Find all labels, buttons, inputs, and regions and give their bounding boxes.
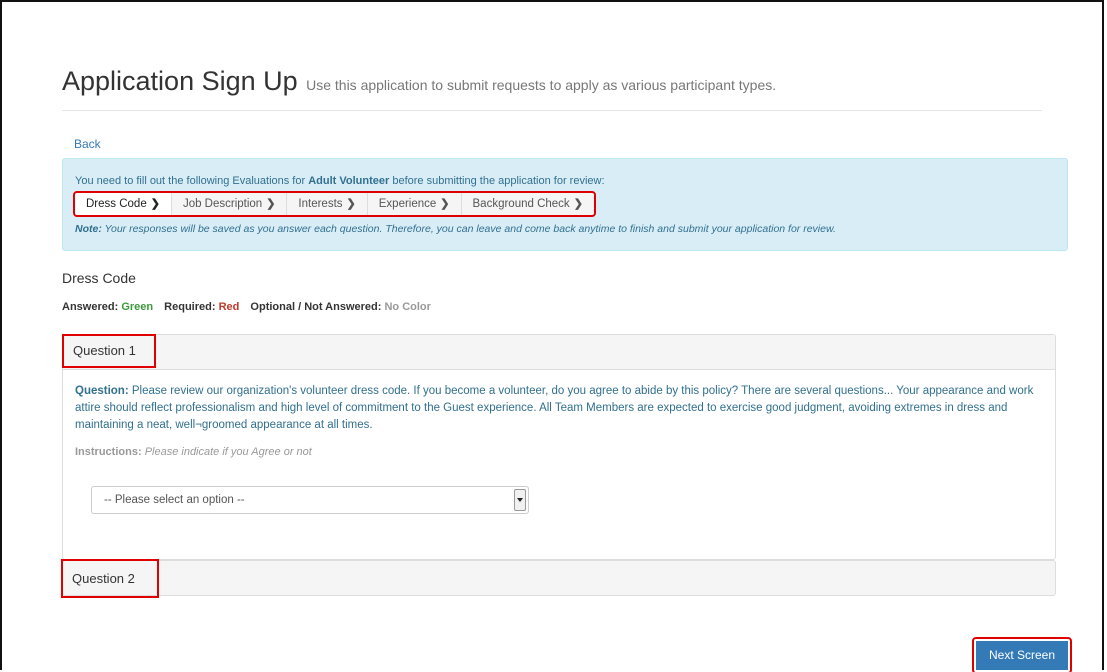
evaluation-steps: Dress Code ❯ Job Description ❯ Interests ❯ …	[73, 191, 596, 217]
step-dress-code[interactable]: Dress Code ❯	[75, 193, 172, 215]
role-name: Adult Volunteer	[308, 175, 390, 187]
step-experience[interactable]: Experience ❯	[367, 193, 462, 215]
chevron-right-icon: ❯	[266, 198, 276, 210]
question-2-label[interactable]: Question 2	[61, 559, 159, 598]
step-job-description[interactable]: Job Description ❯	[171, 193, 288, 215]
evaluations-intro: You need to fill out the following Evalu…	[75, 175, 605, 187]
page-header: Application Sign Up Use this application…	[62, 66, 1042, 111]
chevron-right-icon: ❯	[150, 198, 160, 210]
back-link[interactable]: Back	[74, 137, 101, 151]
section-title: Dress Code	[62, 270, 136, 286]
question-2-panel: Question 2	[61, 559, 1056, 598]
chevron-right-icon: ❯	[573, 198, 583, 210]
question-1-text: Question: Please review our organization…	[75, 385, 1034, 431]
page-subtitle: Use this application to submit requests …	[306, 77, 777, 93]
chevron-right-icon: ❯	[346, 198, 356, 210]
question-1-instructions: Instructions: Please indicate if you Agr…	[75, 446, 312, 458]
autosave-note: Note: Your responses will be saved as yo…	[75, 223, 836, 235]
evaluations-info-box: You need to fill out the following Evalu…	[62, 158, 1068, 251]
question-1-header	[63, 335, 1055, 370]
question-1-panel: Question 1 Question: Please review our o…	[62, 334, 1056, 560]
agree-select[interactable]: -- Please select an option --	[91, 486, 529, 514]
status-legend: Answered: Green Required: Red Optional /…	[62, 301, 431, 313]
chevron-down-icon[interactable]	[514, 489, 526, 511]
step-interests[interactable]: Interests ❯	[287, 193, 368, 215]
step-background-check[interactable]: Background Check ❯	[461, 193, 594, 215]
question-1-label[interactable]: Question 1	[62, 334, 156, 368]
page-title: Application Sign Up	[62, 66, 298, 96]
chevron-right-icon: ❯	[440, 198, 450, 210]
